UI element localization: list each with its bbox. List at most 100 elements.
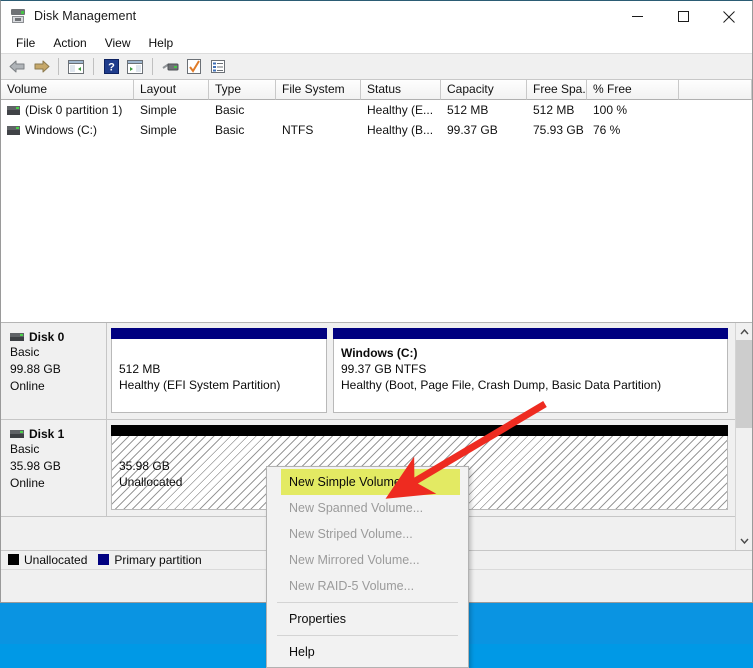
cell-volume: (Disk 0 partition 1) (25, 103, 123, 117)
volume-list-header: Volume Layout Type File System Status Ca… (1, 80, 752, 100)
menu-bar: File Action View Help (1, 32, 752, 54)
scrollbar-track[interactable] (736, 340, 752, 533)
volume-disk-icon (7, 105, 20, 115)
column-header-free-space[interactable]: Free Spa... (527, 80, 587, 100)
list-view-icon[interactable] (207, 56, 229, 78)
menu-item-file[interactable]: File (7, 33, 44, 53)
volume-list-pane: Volume Layout Type File System Status Ca… (1, 80, 752, 323)
disk-title-1: Disk 1 (10, 427, 106, 441)
column-header-status[interactable]: Status (361, 80, 441, 100)
cell-free-space: 512 MB (533, 103, 575, 117)
disk-drive-icon (10, 333, 24, 341)
context-menu: New Simple Volume... New Spanned Volume.… (266, 466, 469, 668)
toolbar-separator (93, 58, 94, 75)
menu-item-help[interactable]: Help (267, 639, 468, 665)
cell-percent-free: 76 % (593, 123, 621, 137)
partition-color-bar (111, 425, 728, 436)
volume-disk-icon (7, 125, 20, 135)
menu-separator (277, 635, 458, 636)
cell-layout: Simple (140, 103, 177, 117)
legend-label: Unallocated (24, 552, 88, 567)
legend-label: Primary partition (114, 552, 202, 567)
menu-item-new-mirrored-volume: New Mirrored Volume... (289, 553, 420, 567)
back-arrow-icon[interactable] (6, 56, 28, 78)
table-row[interactable]: (Disk 0 partition 1) Simple Basic Health… (1, 100, 752, 120)
column-header-type[interactable]: Type (209, 80, 276, 100)
title-bar: Disk Management (1, 1, 752, 32)
partition-color-bar (333, 328, 728, 339)
menu-item-new-striped-volume: New Striped Volume... (289, 527, 413, 541)
cell-type: Basic (215, 123, 245, 137)
window-controls (614, 1, 752, 32)
menu-item-help[interactable]: Help (140, 33, 183, 53)
disk-title-0: Disk 0 (10, 330, 106, 344)
partition-efi[interactable]: 512 MB Healthy (EFI System Partition) (111, 328, 327, 413)
cell-layout: Simple (140, 123, 177, 137)
close-icon[interactable] (706, 1, 752, 32)
column-header-layout[interactable]: Layout (134, 80, 209, 100)
disk-name: Disk 1 (29, 427, 65, 441)
partition-label (119, 442, 720, 458)
menu-item-new-simple-volume[interactable]: New Simple Volume... (281, 469, 460, 495)
column-header-percent-free[interactable]: % Free (587, 80, 679, 100)
cell-capacity: 512 MB (447, 103, 489, 117)
disk-type: Basic (10, 442, 40, 456)
disk-row-0[interactable]: Disk 0 Basic 99.88 GB Online 512 MB Heal… (1, 323, 735, 420)
forward-arrow-icon[interactable] (30, 56, 52, 78)
cell-status: Healthy (E... (367, 103, 434, 117)
menu-item-properties[interactable]: Properties (267, 606, 468, 632)
properties-icon[interactable] (183, 56, 205, 78)
toolbar-separator (58, 58, 59, 75)
rescan-disks-icon[interactable] (159, 56, 181, 78)
disk-info-1[interactable]: Disk 1 Basic 35.98 GB Online (1, 420, 107, 516)
maximize-icon[interactable] (660, 1, 706, 32)
cell-file-system: NTFS (282, 123, 314, 137)
help-icon[interactable]: ? (100, 56, 122, 78)
menu-separator (277, 602, 458, 603)
minimize-icon[interactable] (614, 1, 660, 32)
svg-text:?: ? (108, 62, 115, 74)
cell-type: Basic (215, 103, 245, 117)
partition-details: Windows (C:) 99.37 GB NTFS Healthy (Boot… (333, 339, 728, 413)
partition-windows-c[interactable]: Windows (C:) 99.37 GB NTFS Healthy (Boot… (333, 328, 728, 413)
disk-size: 99.88 GB (10, 362, 61, 376)
disk-partitions-0: 512 MB Healthy (EFI System Partition) Wi… (107, 323, 735, 419)
partition-label (119, 345, 319, 361)
scroll-up-icon[interactable] (736, 323, 752, 340)
legend-item-primary-partition: Primary partition (98, 552, 202, 567)
column-header-filler (679, 80, 752, 100)
show-hide-console-tree-icon[interactable] (65, 56, 87, 78)
disk-state: Online (10, 476, 45, 490)
cell-volume: Windows (C:) (25, 123, 98, 137)
partition-status: Healthy (EFI System Partition) (119, 378, 281, 392)
table-row[interactable]: Windows (C:) Simple Basic NTFS Healthy (… (1, 120, 752, 140)
legend-swatch-primary (98, 554, 110, 565)
legend-swatch-unallocated (8, 554, 19, 565)
scrollbar-thumb[interactable] (736, 340, 752, 428)
disk-info-0[interactable]: Disk 0 Basic 99.88 GB Online (1, 323, 107, 419)
menu-item-action[interactable]: Action (44, 33, 95, 53)
cell-capacity: 99.37 GB (447, 123, 498, 137)
disk-drive-icon (10, 8, 26, 24)
disk-size: 35.98 GB (10, 459, 61, 473)
menu-item-new-raid5-volume: New RAID-5 Volume... (289, 579, 415, 593)
disk-name: Disk 0 (29, 330, 65, 344)
window-title: Disk Management (34, 9, 137, 23)
legend-item-unallocated: Unallocated (8, 553, 87, 567)
menu-item-new-spanned-volume: New Spanned Volume... (289, 501, 424, 515)
partition-size: 512 MB (119, 362, 161, 376)
cell-status: Healthy (B... (367, 123, 434, 137)
cell-free-space: 75.93 GB (533, 123, 584, 137)
menu-item-view[interactable]: View (96, 33, 140, 53)
disk-drive-icon (10, 430, 24, 438)
column-header-file-system[interactable]: File System (276, 80, 361, 100)
partition-status: Healthy (Boot, Page File, Crash Dump, Ba… (341, 378, 662, 392)
scroll-down-icon[interactable] (736, 533, 752, 550)
toolbar: ? (1, 54, 752, 80)
show-hide-action-pane-icon[interactable] (124, 56, 146, 78)
column-header-capacity[interactable]: Capacity (441, 80, 527, 100)
vertical-scrollbar[interactable] (735, 323, 752, 550)
disk-state: Online (10, 379, 45, 393)
column-header-volume[interactable]: Volume (1, 80, 134, 100)
partition-size: 99.37 GB NTFS (341, 362, 427, 376)
